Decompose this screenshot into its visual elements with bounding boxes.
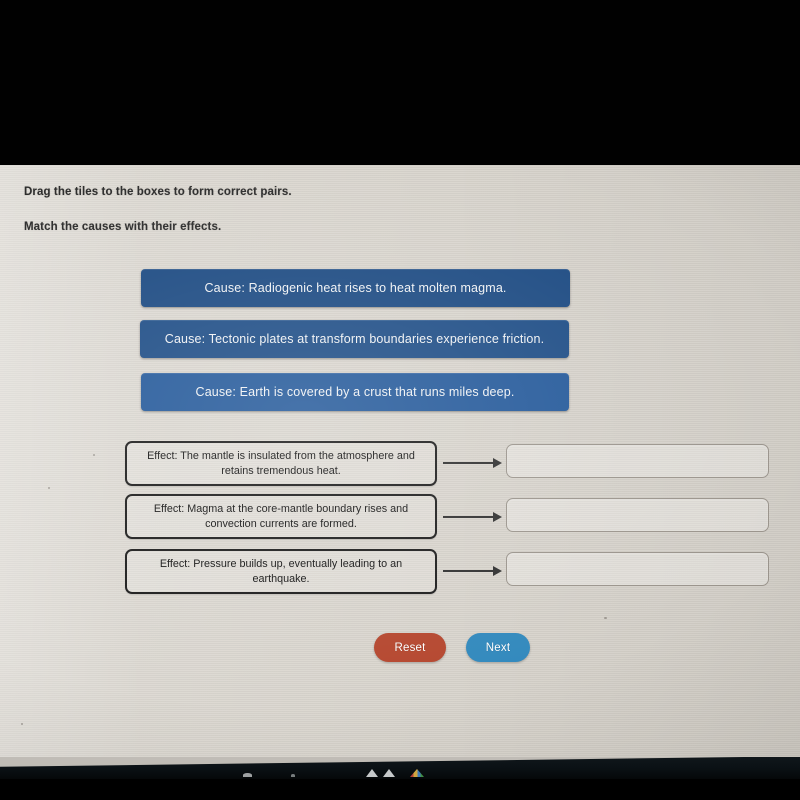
arrow-shaft [443, 570, 495, 572]
arrow-right-icon-2 [443, 511, 503, 523]
cause-tile-3[interactable]: Cause: Earth is covered by a crust that … [141, 373, 569, 411]
bottom-letterbox-bar [0, 779, 800, 800]
effect-box-2: Effect: Magma at the core-mantle boundar… [125, 494, 437, 539]
arrow-shaft [443, 516, 495, 518]
cause-tile-1[interactable]: Cause: Radiogenic heat rises to heat mol… [141, 269, 570, 307]
dropzone-3[interactable] [506, 552, 769, 586]
arrow-shaft [443, 462, 495, 464]
taskbar-bezel-edge [0, 757, 800, 767]
arrow-head [493, 458, 502, 468]
photographed-screen: Drag the tiles to the boxes to form corr… [0, 0, 800, 800]
taskbar[interactable] [0, 757, 800, 779]
arrow-head [493, 566, 502, 576]
dust-speck [48, 487, 50, 489]
effect-box-1: Effect: The mantle is insulated from the… [125, 441, 437, 486]
arrow-right-icon-1 [443, 457, 503, 469]
reset-button[interactable]: Reset [374, 633, 446, 662]
cause-tile-2[interactable]: Cause: Tectonic plates at transform boun… [140, 320, 569, 358]
window-icon[interactable] [243, 773, 252, 777]
dropzone-2[interactable] [506, 498, 769, 532]
dust-speck [604, 617, 607, 619]
dust-speck [21, 723, 23, 725]
next-button[interactable]: Next [466, 633, 530, 662]
instruction-primary: Drag the tiles to the boxes to form corr… [24, 186, 292, 198]
top-letterbox-bar [0, 0, 800, 165]
dropzone-1[interactable] [506, 444, 769, 478]
arrow-right-icon-3 [443, 565, 503, 577]
dust-speck [93, 454, 95, 456]
instruction-secondary: Match the causes with their effects. [24, 221, 222, 233]
dot-icon[interactable] [291, 774, 295, 777]
chrome-icon[interactable] [410, 769, 424, 777]
arrow-head [493, 512, 502, 522]
effect-box-3: Effect: Pressure builds up, eventually l… [125, 549, 437, 594]
triangle-icon[interactable] [366, 769, 378, 777]
triangle-icon[interactable] [383, 769, 395, 777]
screen-content-area: Drag the tiles to the boxes to form corr… [0, 165, 800, 757]
